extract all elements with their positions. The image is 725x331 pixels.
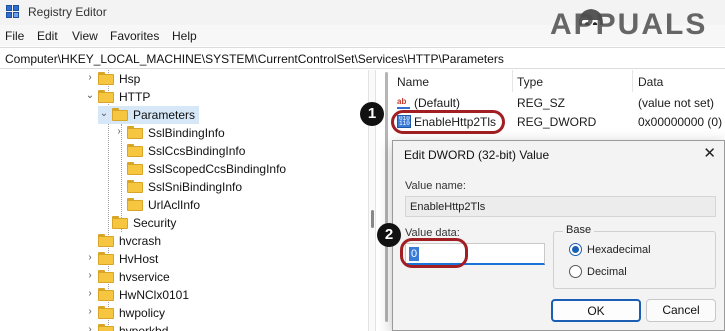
step-marker-2: 2: [377, 223, 401, 247]
tree-item-hyperkbd[interactable]: › hyperkbd: [84, 322, 368, 331]
chevron-right-icon[interactable]: ›: [84, 252, 96, 264]
tree-item-label: hvservice: [119, 270, 170, 284]
column-header-type[interactable]: Type: [517, 75, 543, 89]
folder-icon: [127, 126, 143, 139]
menu-view[interactable]: View: [72, 29, 98, 43]
tree-item-label: Parameters: [133, 108, 196, 122]
column-header-name[interactable]: Name: [397, 75, 429, 89]
tree-item-label: SslCcsBindingInfo: [148, 144, 246, 158]
tree-item-label: HTTP: [119, 90, 151, 104]
address-path: Computer\HKEY_LOCAL_MACHINE\SYSTEM\Curre…: [5, 52, 504, 66]
chevron-right-icon[interactable]: ›: [84, 324, 96, 331]
value-type: REG_DWORD: [517, 115, 597, 129]
chevron-right-icon[interactable]: ›: [84, 72, 96, 84]
edit-dword-dialog: Edit DWORD (32-bit) Value ✕ Value name: …: [392, 140, 725, 331]
chevron-right-icon[interactable]: ›: [84, 306, 96, 318]
chevron-down-icon[interactable]: ⌄: [98, 108, 110, 120]
tree-item-hvcrash[interactable]: hvcrash: [84, 232, 368, 250]
folder-icon: [127, 180, 143, 193]
folder-icon: [98, 72, 114, 85]
radio-hexadecimal[interactable]: [569, 243, 582, 256]
tree-item-security[interactable]: Security: [98, 214, 368, 232]
tree-item-label: HwNClx0101: [119, 288, 190, 302]
tree-item-sslscopedccsbindinginfo[interactable]: SslScopedCcsBindingInfo: [113, 160, 368, 178]
value-data: (value not set): [638, 96, 715, 110]
value-name: (Default): [414, 96, 461, 110]
step-marker-1: 1: [360, 102, 384, 126]
highlight-oval-enablehttp2tls: [391, 110, 505, 134]
tree-item-label: SslBindingInfo: [148, 126, 225, 140]
registry-tree[interactable]: › Hsp ⌄ HTTP ⌄ Parameters › SslBindingIn…: [0, 70, 368, 331]
tree-item-hwnclx0101[interactable]: › HwNClx0101: [84, 286, 368, 304]
tree-item-sslccsbindinginfo[interactable]: SslCcsBindingInfo: [113, 142, 368, 160]
value-type: REG_SZ: [517, 96, 566, 110]
menu-edit[interactable]: Edit: [37, 29, 58, 43]
radio-decimal-label[interactable]: Decimal: [587, 266, 627, 278]
menu-favorites[interactable]: Favorites: [110, 29, 159, 43]
base-group-label: Base: [563, 224, 595, 236]
registry-editor-icon: [6, 5, 20, 19]
tree-item-hwpolicy[interactable]: › hwpolicy: [84, 304, 368, 322]
folder-icon: [98, 288, 114, 301]
menu-file[interactable]: File: [5, 29, 24, 43]
folder-open-icon: [112, 108, 128, 121]
folder-icon: [98, 252, 114, 265]
tree-item-sslbindinginfo[interactable]: › SslBindingInfo: [113, 124, 368, 142]
folder-icon: [98, 270, 114, 283]
radio-hexadecimal-label[interactable]: Hexadecimal: [587, 244, 651, 256]
folder-open-icon: [98, 90, 114, 103]
close-icon[interactable]: ✕: [703, 144, 716, 162]
cancel-button[interactable]: Cancel: [646, 299, 716, 322]
tree-item-label: hvcrash: [119, 234, 162, 248]
tree-item-label: hwpolicy: [119, 306, 166, 320]
tree-item-urlaclinfo[interactable]: UrlAclInfo: [113, 196, 368, 214]
tree-item-hvservice[interactable]: › hvservice: [84, 268, 368, 286]
dialog-title: Edit DWORD (32-bit) Value: [404, 148, 550, 162]
folder-icon: [98, 306, 114, 319]
column-divider[interactable]: [632, 70, 633, 92]
value-name-text: EnableHttp2Tls: [410, 201, 486, 213]
value-name-label: Value name:: [405, 180, 466, 192]
chevron-down-icon[interactable]: ⌄: [84, 90, 96, 102]
tree-item-parameters[interactable]: ⌄ Parameters: [98, 106, 199, 124]
value-data: 0x00000000 (0): [638, 115, 723, 129]
tree-item-sslsnibindinginfo[interactable]: SslSniBindingInfo: [113, 178, 368, 196]
tree-item-label: SslScopedCcsBindingInfo: [148, 162, 287, 176]
string-value-icon: ab: [397, 96, 411, 109]
folder-icon: [98, 234, 114, 247]
tree-item-hsp[interactable]: › Hsp: [84, 70, 368, 88]
folder-icon: [127, 144, 143, 157]
folder-icon: [127, 198, 143, 211]
chevron-right-icon[interactable]: ›: [113, 126, 125, 138]
column-header-data[interactable]: Data: [638, 75, 663, 89]
folder-icon: [98, 324, 114, 331]
window-title: Registry Editor: [28, 5, 107, 19]
tree-item-label: SslSniBindingInfo: [148, 180, 243, 194]
tree-item-label: HvHost: [119, 252, 159, 266]
folder-icon: [112, 216, 128, 229]
watermark-brand: APPUALS: [550, 8, 708, 41]
tree-item-http[interactable]: ⌄ HTTP: [84, 88, 368, 106]
value-name-field: EnableHttp2Tls: [405, 196, 716, 217]
tree-item-label: UrlAclInfo: [148, 198, 201, 212]
tree-item-label: Hsp: [119, 72, 141, 86]
menu-help[interactable]: Help: [172, 29, 197, 43]
ok-button[interactable]: OK: [551, 299, 641, 322]
address-bar[interactable]: Computer\HKEY_LOCAL_MACHINE\SYSTEM\Curre…: [0, 47, 725, 69]
tree-scrollbar-thumb[interactable]: [385, 72, 388, 322]
tree-item-hvhost[interactable]: › HvHost: [84, 250, 368, 268]
chevron-right-icon[interactable]: ›: [84, 288, 96, 300]
column-divider[interactable]: [512, 70, 513, 92]
chevron-right-icon[interactable]: ›: [84, 270, 96, 282]
base-group: [553, 231, 716, 289]
tree-item-label: Security: [133, 216, 177, 230]
folder-icon: [127, 162, 143, 175]
radio-decimal[interactable]: [569, 265, 582, 278]
highlight-oval-value-data: [400, 238, 468, 268]
splitter-grip[interactable]: [371, 210, 374, 228]
tree-item-label: hyperkbd: [119, 324, 169, 331]
